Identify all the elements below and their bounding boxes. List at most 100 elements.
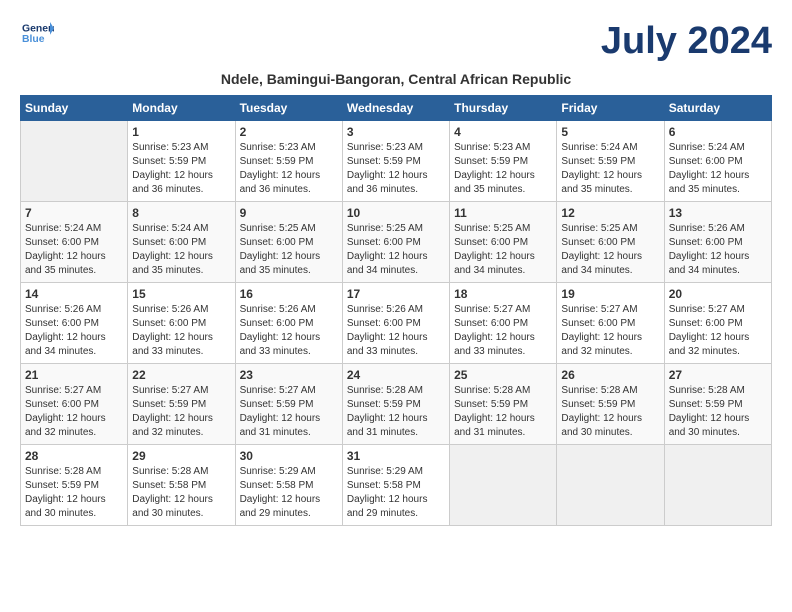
- calendar-day-cell: [21, 121, 128, 202]
- calendar-day-cell: 21Sunrise: 5:27 AM Sunset: 6:00 PM Dayli…: [21, 364, 128, 445]
- weekday-header-cell: Monday: [128, 96, 235, 121]
- month-title: July 2024: [601, 20, 772, 63]
- calendar-day-cell: 31Sunrise: 5:29 AM Sunset: 5:58 PM Dayli…: [342, 445, 449, 526]
- day-info: Sunrise: 5:23 AM Sunset: 5:59 PM Dayligh…: [347, 141, 445, 197]
- day-info: Sunrise: 5:28 AM Sunset: 5:58 PM Dayligh…: [132, 465, 230, 521]
- day-number: 5: [561, 125, 659, 139]
- day-number: 27: [669, 368, 767, 382]
- day-info: Sunrise: 5:28 AM Sunset: 5:59 PM Dayligh…: [669, 384, 767, 440]
- day-info: Sunrise: 5:26 AM Sunset: 6:00 PM Dayligh…: [25, 303, 123, 359]
- calendar-day-cell: 13 Sunrise: 5:26 AM Sunset: 6:00 PM Dayli…: [664, 202, 771, 283]
- day-number: 16: [240, 287, 338, 301]
- calendar-day-cell: 7 Sunrise: 5:24 AM Sunset: 6:00 PM Daylig…: [21, 202, 128, 283]
- svg-text:General: General: [22, 24, 54, 35]
- calendar-week-row: 14Sunrise: 5:26 AM Sunset: 6:00 PM Dayli…: [21, 283, 772, 364]
- calendar-day-cell: 9 Sunrise: 5:25 AM Sunset: 6:00 PM Daylig…: [235, 202, 342, 283]
- calendar-day-cell: 23 Sunrise: 5:27 AM Sunset: 5:59 PM Dayli…: [235, 364, 342, 445]
- day-number: 18: [454, 287, 552, 301]
- day-number: 30: [240, 449, 338, 463]
- calendar-day-cell: 14Sunrise: 5:26 AM Sunset: 6:00 PM Dayli…: [21, 283, 128, 364]
- day-info: Sunrise: 5:27 AM Sunset: 6:00 PM Dayligh…: [669, 303, 767, 359]
- weekday-header-cell: Friday: [557, 96, 664, 121]
- calendar-day-cell: 4 Sunrise: 5:23 AM Sunset: 5:59 PM Daylig…: [450, 121, 557, 202]
- svg-text:Blue: Blue: [22, 34, 45, 45]
- day-number: 31: [347, 449, 445, 463]
- day-info: Sunrise: 5:29 AM Sunset: 5:58 PM Dayligh…: [240, 465, 338, 521]
- day-info: Sunrise: 5:24 AM Sunset: 5:59 PM Dayligh…: [561, 141, 659, 197]
- day-info: Sunrise: 5:28 AM Sunset: 5:59 PM Dayligh…: [454, 384, 552, 440]
- day-number: 7: [25, 206, 123, 220]
- day-info: Sunrise: 5:25 AM Sunset: 6:00 PM Dayligh…: [347, 222, 445, 278]
- calendar-day-cell: 17Sunrise: 5:26 AM Sunset: 6:00 PM Dayli…: [342, 283, 449, 364]
- day-info: Sunrise: 5:24 AM Sunset: 6:00 PM Dayligh…: [25, 222, 123, 278]
- day-number: 12: [561, 206, 659, 220]
- day-number: 9: [240, 206, 338, 220]
- day-info: Sunrise: 5:26 AM Sunset: 6:00 PM Dayligh…: [347, 303, 445, 359]
- day-info: Sunrise: 5:25 AM Sunset: 6:00 PM Dayligh…: [561, 222, 659, 278]
- location-title: Ndele, Bamingui-Bangoran, Central Africa…: [20, 71, 772, 87]
- day-number: 3: [347, 125, 445, 139]
- day-number: 13: [669, 206, 767, 220]
- day-info: Sunrise: 5:26 AM Sunset: 6:00 PM Dayligh…: [669, 222, 767, 278]
- day-info: Sunrise: 5:26 AM Sunset: 6:00 PM Dayligh…: [132, 303, 230, 359]
- calendar-day-cell: 3 Sunrise: 5:23 AM Sunset: 5:59 PM Daylig…: [342, 121, 449, 202]
- calendar-day-cell: 6Sunrise: 5:24 AM Sunset: 6:00 PM Daylig…: [664, 121, 771, 202]
- day-number: 8: [132, 206, 230, 220]
- calendar-day-cell: 1Sunrise: 5:23 AM Sunset: 5:59 PM Daylig…: [128, 121, 235, 202]
- calendar-day-cell: 5 Sunrise: 5:24 AM Sunset: 5:59 PM Daylig…: [557, 121, 664, 202]
- weekday-header-cell: Thursday: [450, 96, 557, 121]
- day-info: Sunrise: 5:27 AM Sunset: 5:59 PM Dayligh…: [240, 384, 338, 440]
- day-number: 24: [347, 368, 445, 382]
- calendar-day-cell: 30 Sunrise: 5:29 AM Sunset: 5:58 PM Dayli…: [235, 445, 342, 526]
- calendar-day-cell: 28Sunrise: 5:28 AM Sunset: 5:59 PM Dayli…: [21, 445, 128, 526]
- weekday-header-cell: Tuesday: [235, 96, 342, 121]
- weekday-header-cell: Sunday: [21, 96, 128, 121]
- calendar-day-cell: 26 Sunrise: 5:28 AM Sunset: 5:59 PM Dayli…: [557, 364, 664, 445]
- calendar-week-row: 1 Sunrise: 5:23 AM Sunset: 5:59 PM Daylig…: [21, 121, 772, 202]
- calendar-day-cell: 12 Sunrise: 5:25 AM Sunset: 6:00 PM Dayli…: [557, 202, 664, 283]
- day-info: Sunrise: 5:28 AM Sunset: 5:59 PM Dayligh…: [561, 384, 659, 440]
- day-info: Sunrise: 5:28 AM Sunset: 5:59 PM Dayligh…: [25, 465, 123, 521]
- day-number: 4: [454, 125, 552, 139]
- calendar-day-cell: 27 Sunrise: 5:28 AM Sunset: 5:59 PM Dayli…: [664, 364, 771, 445]
- day-number: 22: [132, 368, 230, 382]
- calendar-day-cell: [557, 445, 664, 526]
- day-number: 23: [240, 368, 338, 382]
- logo-icon: General Blue: [22, 20, 54, 48]
- day-info: Sunrise: 5:25 AM Sunset: 6:00 PM Dayligh…: [454, 222, 552, 278]
- calendar-week-row: 28Sunrise: 5:28 AM Sunset: 5:59 PM Dayli…: [21, 445, 772, 526]
- calendar-day-cell: 8 Sunrise: 5:24 AM Sunset: 6:00 PM Daylig…: [128, 202, 235, 283]
- calendar-day-cell: [664, 445, 771, 526]
- day-number: 29: [132, 449, 230, 463]
- day-info: Sunrise: 5:23 AM Sunset: 5:59 PM Dayligh…: [454, 141, 552, 197]
- calendar-table: SundayMondayTuesdayWednesdayThursdayFrid…: [20, 95, 772, 526]
- calendar-day-cell: 2 Sunrise: 5:23 AM Sunset: 5:59 PM Daylig…: [235, 121, 342, 202]
- calendar-day-cell: 16 Sunrise: 5:26 AM Sunset: 6:00 PM Dayli…: [235, 283, 342, 364]
- day-number: 1: [132, 125, 230, 139]
- calendar-day-cell: 20 Sunrise: 5:27 AM Sunset: 6:00 PM Dayli…: [664, 283, 771, 364]
- calendar-body: 1 Sunrise: 5:23 AM Sunset: 5:59 PM Daylig…: [21, 121, 772, 526]
- day-number: 25: [454, 368, 552, 382]
- day-number: 6: [669, 125, 767, 139]
- weekday-header-cell: Saturday: [664, 96, 771, 121]
- day-number: 10: [347, 206, 445, 220]
- day-number: 21: [25, 368, 123, 382]
- header: General Blue July 2024: [20, 20, 772, 63]
- calendar-day-cell: 15 Sunrise: 5:26 AM Sunset: 6:00 PM Dayli…: [128, 283, 235, 364]
- day-info: Sunrise: 5:24 AM Sunset: 6:00 PM Dayligh…: [132, 222, 230, 278]
- calendar-week-row: 7 Sunrise: 5:24 AM Sunset: 6:00 PM Daylig…: [21, 202, 772, 283]
- day-info: Sunrise: 5:26 AM Sunset: 6:00 PM Dayligh…: [240, 303, 338, 359]
- calendar-day-cell: 19Sunrise: 5:27 AM Sunset: 6:00 PM Dayli…: [557, 283, 664, 364]
- day-info: Sunrise: 5:25 AM Sunset: 6:00 PM Dayligh…: [240, 222, 338, 278]
- calendar-day-cell: 11 Sunrise: 5:25 AM Sunset: 6:00 PM Dayli…: [450, 202, 557, 283]
- calendar-day-cell: 25 Sunrise: 5:28 AM Sunset: 5:59 PM Dayli…: [450, 364, 557, 445]
- calendar-day-cell: 22Sunrise: 5:27 AM Sunset: 5:59 PM Dayli…: [128, 364, 235, 445]
- weekday-header-row: SundayMondayTuesdayWednesdayThursdayFrid…: [21, 96, 772, 121]
- day-number: 20: [669, 287, 767, 301]
- day-number: 15: [132, 287, 230, 301]
- day-info: Sunrise: 5:23 AM Sunset: 5:59 PM Dayligh…: [240, 141, 338, 197]
- day-number: 2: [240, 125, 338, 139]
- calendar-day-cell: 24Sunrise: 5:28 AM Sunset: 5:59 PM Dayli…: [342, 364, 449, 445]
- day-number: 11: [454, 206, 552, 220]
- day-number: 26: [561, 368, 659, 382]
